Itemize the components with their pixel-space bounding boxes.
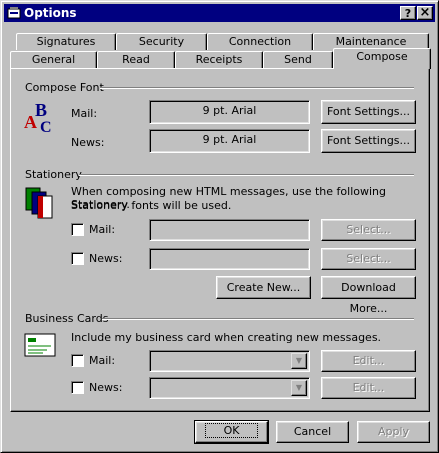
tab-read[interactable]: Read — [97, 51, 175, 68]
download-more-stationery-button[interactable]: Download More... — [321, 276, 416, 315]
chevron-down-icon[interactable]: ▼ — [291, 380, 307, 396]
ok-button[interactable]: OK — [194, 420, 269, 444]
stationery-heading: Stationery — [25, 168, 82, 181]
tab-signatures[interactable]: Signatures — [16, 33, 116, 50]
tab-compose[interactable]: Compose — [333, 48, 431, 69]
compose-news-label: News: — [71, 136, 105, 149]
stationery-description-2: Stationery fonts will be used. — [71, 199, 232, 212]
business-card-mail-label: Mail: — [89, 354, 116, 367]
svg-text:A: A — [24, 112, 37, 132]
create-new-stationery-button[interactable]: Create New... — [216, 276, 311, 299]
chevron-down-icon[interactable]: ▼ — [291, 353, 307, 369]
apply-button[interactable]: Apply — [357, 421, 430, 443]
mail-font-settings-button[interactable]: Font Settings... — [321, 100, 416, 124]
title-bar: Options ? × — [4, 4, 435, 22]
font-abc-icon: B A C — [24, 100, 52, 134]
close-button[interactable]: × — [417, 6, 433, 20]
tab-connection[interactable]: Connection — [207, 33, 313, 50]
stationery-mail-select-button[interactable]: Select... — [321, 219, 416, 241]
svg-text:C: C — [40, 119, 52, 134]
compose-font-divider — [100, 87, 414, 89]
stationery-news-checkbox[interactable] — [71, 252, 84, 265]
stationery-mail-field — [149, 219, 310, 241]
options-app-icon — [7, 7, 21, 19]
stationery-mail-checkbox[interactable] — [71, 223, 84, 236]
business-card-news-edit-button[interactable]: Edit... — [321, 377, 416, 399]
stationery-news-select-button[interactable]: Select... — [321, 248, 416, 270]
stationery-news-field — [149, 248, 310, 270]
tab-general[interactable]: General — [10, 51, 97, 68]
compose-mail-font-field: 9 pt. Arial — [149, 100, 310, 124]
business-card-news-label: News: — [89, 381, 123, 394]
business-card-mail-edit-button[interactable]: Edit... — [321, 350, 416, 372]
stationery-divider — [79, 174, 414, 176]
help-button[interactable]: ? — [400, 6, 416, 20]
business-card-news-select[interactable] — [149, 377, 310, 399]
business-cards-description: Include my business card when creating n… — [71, 331, 382, 344]
tab-send[interactable]: Send — [263, 51, 333, 68]
business-card-icon — [24, 333, 56, 357]
compose-news-font-field: 9 pt. Arial — [149, 129, 310, 153]
tab-security[interactable]: Security — [116, 33, 207, 50]
business-card-mail-select[interactable] — [149, 350, 310, 372]
business-card-mail-checkbox[interactable] — [71, 354, 84, 367]
cancel-button[interactable]: Cancel — [276, 421, 349, 443]
stationery-mail-label: Mail: — [89, 223, 116, 236]
window-title: Options — [24, 6, 77, 20]
options-dialog: Options ? × Signatures Security Connecti… — [0, 0, 439, 453]
compose-mail-label: Mail: — [71, 107, 98, 120]
business-card-news-checkbox[interactable] — [71, 381, 84, 394]
business-cards-heading: Business Cards — [25, 312, 109, 325]
stationery-news-label: News: — [89, 252, 123, 265]
news-font-settings-button[interactable]: Font Settings... — [321, 129, 416, 153]
business-cards-divider — [102, 318, 414, 320]
compose-font-heading: Compose Font — [25, 81, 104, 94]
stationery-icon — [25, 187, 53, 219]
tab-receipts[interactable]: Receipts — [175, 51, 263, 68]
